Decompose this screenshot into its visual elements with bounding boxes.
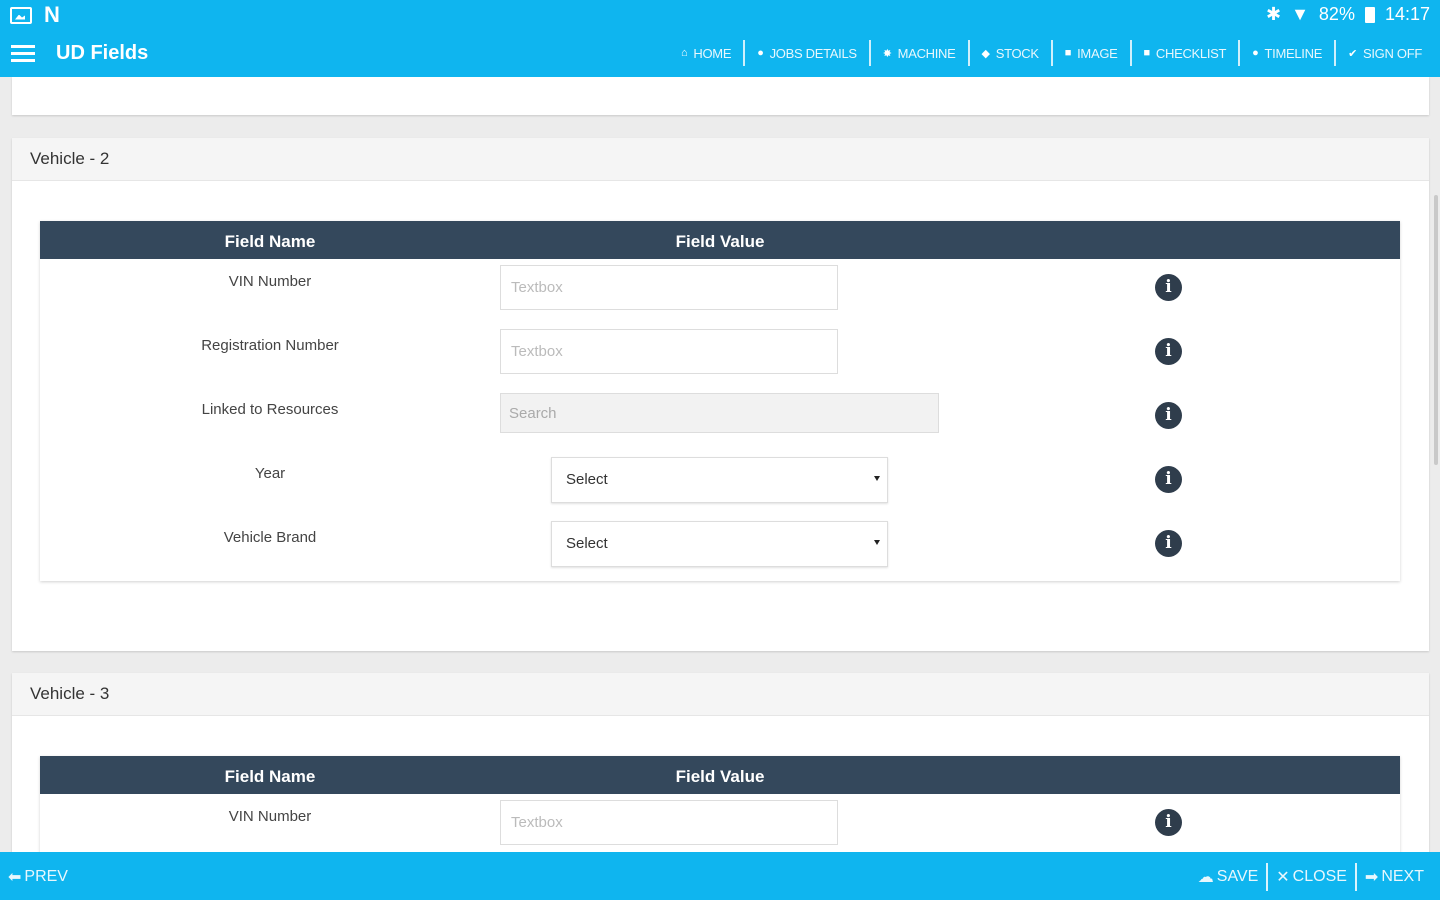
info-icon[interactable]: i bbox=[1155, 402, 1182, 429]
info-icon[interactable]: i bbox=[1155, 809, 1182, 836]
home-icon: ⌂ bbox=[681, 47, 688, 59]
cloud-upload-icon: ☁ bbox=[1197, 869, 1214, 886]
n-notification-icon: N bbox=[44, 2, 60, 27]
field-label: VIN Number bbox=[228, 273, 312, 290]
nav-label: CHECKLIST bbox=[1155, 45, 1227, 61]
field-value-header: Field Value bbox=[675, 767, 765, 786]
table-row: Linked to Resources i bbox=[40, 387, 1400, 451]
nav-label: SIGN OFF bbox=[1363, 45, 1422, 61]
wifi-icon: ▼ bbox=[1291, 4, 1309, 24]
panel-title: Vehicle - 3 bbox=[12, 673, 1429, 716]
arrow-left-icon: ⬅ bbox=[8, 869, 22, 886]
year-select[interactable]: Select bbox=[551, 457, 888, 503]
nav-label: MACHINE bbox=[897, 45, 956, 61]
field-label: VIN Number bbox=[228, 808, 312, 825]
nav-stock[interactable]: ◆ STOCK bbox=[967, 40, 1051, 66]
circle-icon: ● bbox=[1252, 47, 1259, 59]
previous-panel-bottom bbox=[12, 77, 1429, 115]
scrollbar[interactable] bbox=[1434, 195, 1438, 465]
tag-icon: ◆ bbox=[981, 47, 990, 60]
battery-percent: 82% bbox=[1318, 4, 1355, 24]
table-row: Vehicle Brand Select i bbox=[40, 515, 1400, 581]
nav-label: TIMELINE bbox=[1264, 45, 1323, 61]
vin-number-input[interactable] bbox=[500, 265, 838, 310]
nav-label: JOBS DETAILS bbox=[769, 45, 857, 61]
select-value: Select bbox=[566, 471, 608, 488]
next-button[interactable]: ➡ NEXT bbox=[1354, 863, 1432, 891]
info-icon[interactable]: i bbox=[1155, 274, 1182, 301]
table-header: Field Name Field Value bbox=[40, 756, 1400, 794]
nav-label: HOME bbox=[693, 45, 732, 61]
field-name-header: Field Name bbox=[224, 767, 316, 786]
clock: 14:17 bbox=[1384, 4, 1430, 24]
vehicle-brand-select[interactable]: Select bbox=[551, 521, 888, 567]
panel-title: Vehicle - 2 bbox=[12, 138, 1429, 181]
field-label: Vehicle Brand bbox=[223, 529, 317, 546]
status-bar: N ✱ ▼ 82% 14:17 bbox=[0, 0, 1440, 30]
nav-label: STOCK bbox=[995, 45, 1039, 61]
nav-checklist[interactable]: ■ CHECKLIST bbox=[1129, 40, 1239, 66]
field-label: Year bbox=[254, 465, 286, 482]
top-nav: ⌂ HOME ● JOBS DETAILS ✸ MACHINE ◆ STOCK ■ IMA… bbox=[669, 39, 1434, 67]
table-row: VIN Number i bbox=[40, 794, 1400, 852]
linked-resources-search-input[interactable] bbox=[500, 393, 939, 433]
select-value: Select bbox=[566, 535, 608, 552]
caret-down-icon bbox=[874, 540, 880, 545]
info-icon[interactable]: i bbox=[1155, 466, 1182, 493]
nav-home[interactable]: ⌂ HOME bbox=[669, 40, 743, 66]
vehicle-2-table: Field Name Field Value VIN Number i Regi… bbox=[40, 221, 1400, 581]
bottom-bar: ⬅ PREV ☁ SAVE ✕ CLOSE ➡ NEXT bbox=[0, 852, 1440, 900]
close-icon: ✕ bbox=[1276, 869, 1290, 886]
arrow-right-icon: ➡ bbox=[1364, 869, 1379, 886]
app-bar: UD Fields ⌂ HOME ● JOBS DETAILS ✸ MACHINE ◆… bbox=[0, 30, 1440, 77]
square-icon: ■ bbox=[1143, 47, 1151, 59]
battery-icon bbox=[1364, 6, 1375, 23]
nav-timeline[interactable]: ● TIMELINE bbox=[1238, 40, 1334, 66]
bluetooth-icon: ✱ bbox=[1266, 4, 1282, 24]
info-icon[interactable]: i bbox=[1155, 338, 1182, 365]
table-row: Year Select i bbox=[40, 451, 1400, 515]
vehicle-2-panel: Vehicle - 2 Field Name Field Value VIN N… bbox=[12, 138, 1429, 651]
menu-icon[interactable] bbox=[11, 45, 35, 63]
close-button[interactable]: ✕ CLOSE bbox=[1266, 863, 1355, 891]
image-icon: ■ bbox=[1064, 47, 1072, 59]
content-area[interactable]: Vehicle - 2 Field Name Field Value VIN N… bbox=[0, 77, 1440, 852]
field-value-header: Field Value bbox=[675, 232, 765, 251]
caret-down-icon bbox=[874, 476, 880, 481]
save-button[interactable]: ☁ SAVE bbox=[1190, 863, 1267, 891]
table-row: Registration Number i bbox=[40, 323, 1400, 387]
vin-number-input[interactable] bbox=[500, 800, 838, 845]
nav-machine[interactable]: ✸ MACHINE bbox=[868, 40, 968, 66]
circle-icon: ● bbox=[757, 47, 764, 59]
vehicle-3-table: Field Name Field Value VIN Number i bbox=[40, 756, 1400, 852]
field-label: Linked to Resources bbox=[201, 401, 339, 418]
registration-number-input[interactable] bbox=[500, 329, 838, 374]
page-title: UD Fields bbox=[56, 42, 149, 64]
prev-button[interactable]: ⬅ PREV bbox=[8, 867, 68, 887]
table-row: VIN Number i bbox=[40, 259, 1400, 323]
prev-label: PREV bbox=[24, 868, 68, 885]
vehicle-3-panel: Vehicle - 3 Field Name Field Value VIN N… bbox=[12, 673, 1429, 852]
star-icon: ✸ bbox=[882, 47, 892, 60]
next-label: NEXT bbox=[1381, 868, 1424, 885]
check-icon: ✔ bbox=[1348, 47, 1357, 60]
nav-label: IMAGE bbox=[1077, 45, 1118, 61]
gallery-notification-icon bbox=[10, 6, 32, 24]
field-label: Registration Number bbox=[201, 337, 339, 354]
close-label: CLOSE bbox=[1292, 868, 1347, 885]
info-icon[interactable]: i bbox=[1155, 530, 1182, 557]
save-label: SAVE bbox=[1216, 868, 1259, 885]
nav-image[interactable]: ■ IMAGE bbox=[1050, 40, 1130, 66]
table-header: Field Name Field Value bbox=[40, 221, 1400, 259]
nav-jobs-details[interactable]: ● JOBS DETAILS bbox=[743, 40, 869, 66]
nav-sign-off[interactable]: ✔ SIGN OFF bbox=[1334, 40, 1434, 66]
field-name-header: Field Name bbox=[224, 232, 316, 251]
